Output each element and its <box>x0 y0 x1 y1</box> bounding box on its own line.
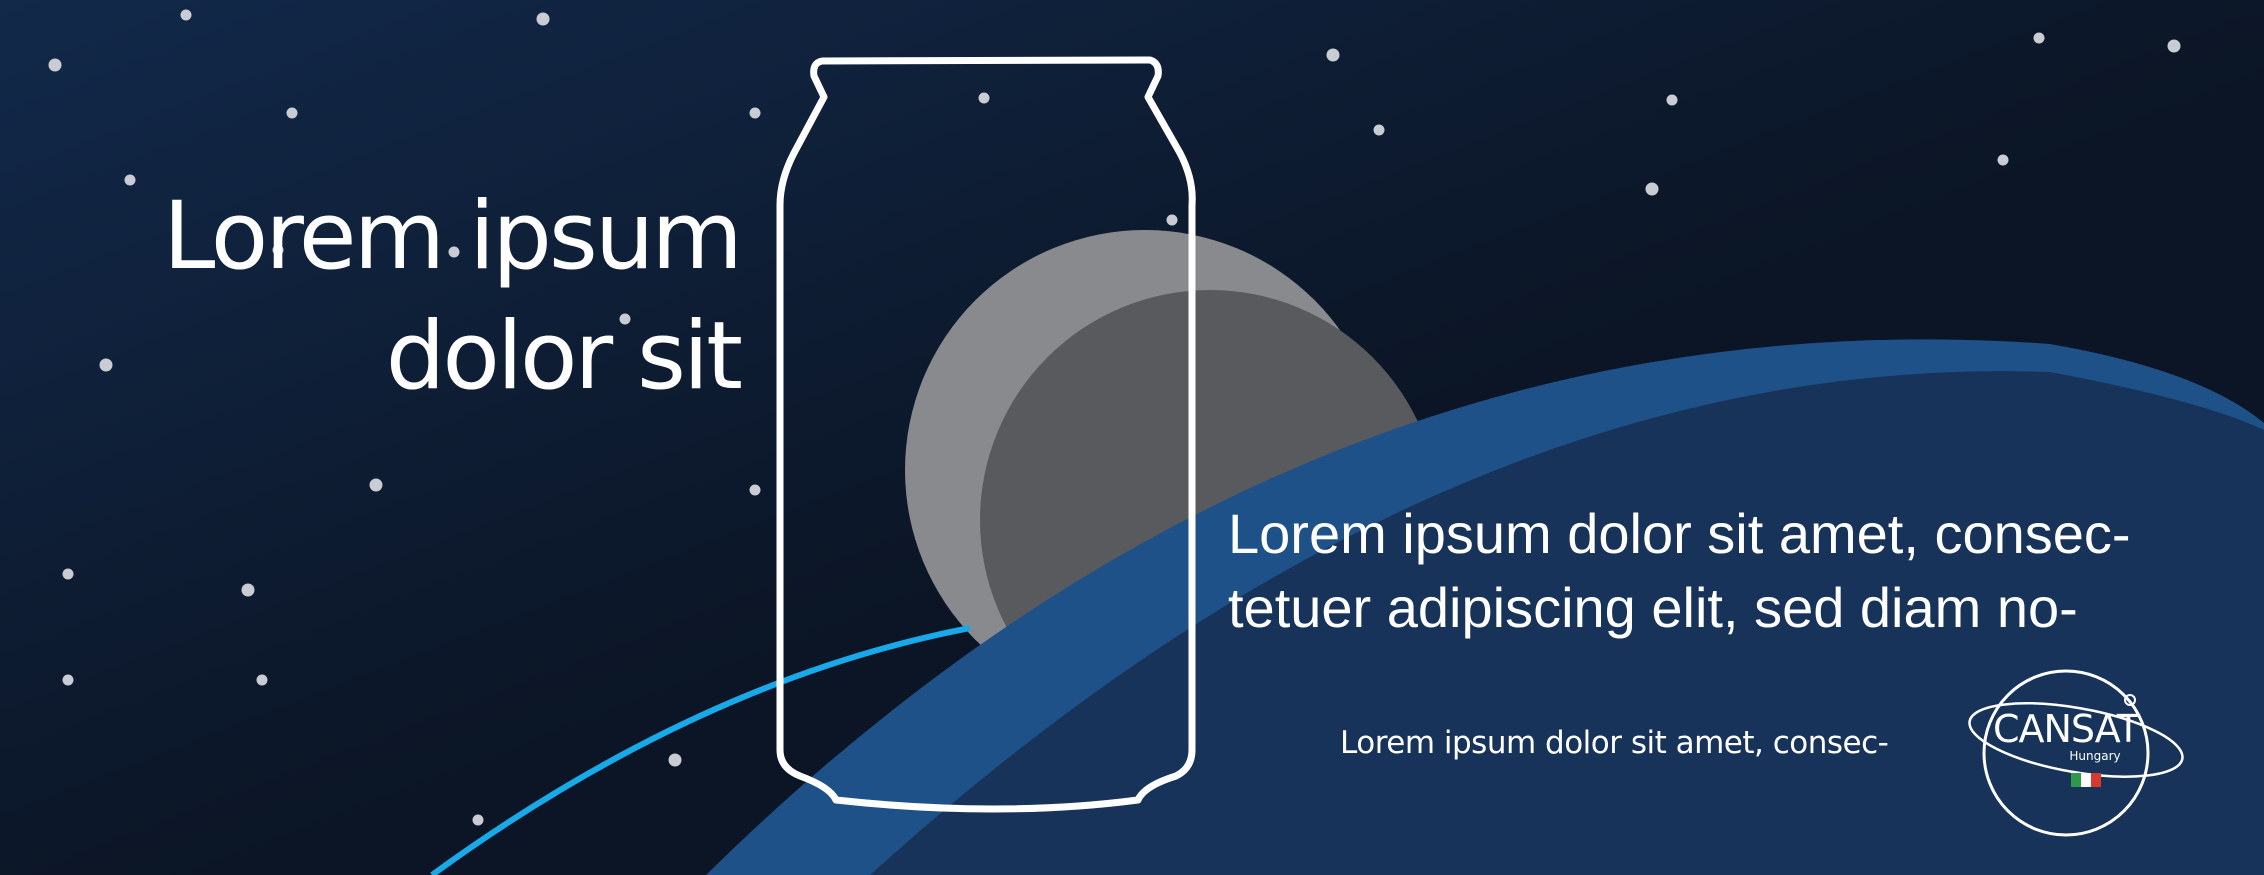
banner: Lorem ipsum dolor sit Lorem ipsum dolor … <box>0 0 2264 875</box>
star-dot <box>369 478 383 492</box>
star-dot <box>48 58 62 72</box>
star-dot <box>124 174 136 186</box>
logo-subtitle: Hungary <box>2069 749 2121 763</box>
star-dot <box>241 583 255 597</box>
star-dot <box>978 92 990 104</box>
star-dot <box>256 674 268 686</box>
star-dot <box>2033 32 2045 44</box>
star-dot <box>472 814 484 826</box>
star-dot <box>62 674 74 686</box>
star-dot <box>1166 214 1178 226</box>
star-dot <box>668 753 682 767</box>
space-scene <box>0 0 2264 875</box>
body-text-line-1: Lorem ipsum dolor sit amet, consec- <box>1228 502 2131 565</box>
body-text-line-2: tetuer adipiscing elit, sed diam no- <box>1228 576 2078 639</box>
star-dot <box>99 358 113 372</box>
cansat-logo: CANSAT Hungary <box>1950 662 2180 812</box>
star-dot <box>2167 39 2181 53</box>
star-dot <box>286 107 298 119</box>
star-dot <box>1666 94 1678 106</box>
star-dot <box>180 9 192 21</box>
star-dot <box>1645 182 1659 196</box>
tagline: Lorem ipsum dolor sit amet, consec- <box>1340 725 1889 761</box>
star-dot <box>1373 124 1385 136</box>
headline-line-1: Lorem ipsum <box>163 182 743 291</box>
star-dot <box>62 568 74 580</box>
star-dot <box>1326 48 1340 62</box>
logo-name: CANSAT <box>1992 707 2140 751</box>
star-dot <box>749 107 761 119</box>
star-dot <box>536 12 550 26</box>
headline-line-2: dolor sit <box>385 302 743 411</box>
star-dot <box>1997 154 2009 166</box>
star-dot <box>749 484 761 496</box>
